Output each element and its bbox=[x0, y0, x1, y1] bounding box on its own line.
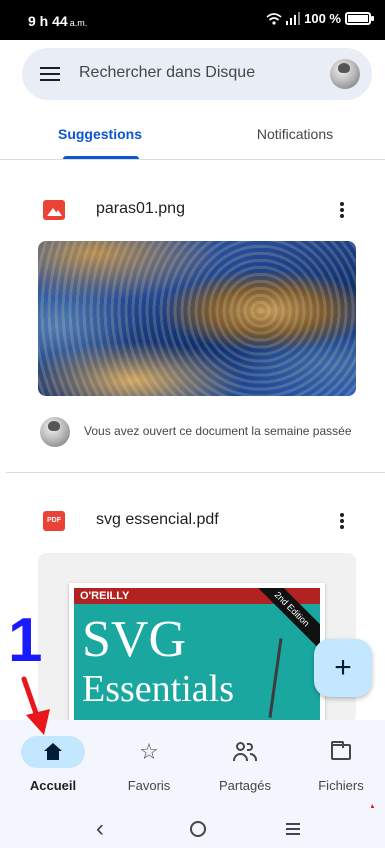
folder-icon bbox=[331, 741, 351, 760]
wifi-signal-icon bbox=[266, 11, 301, 25]
nav-label: Partagés bbox=[218, 778, 272, 793]
more-options-icon[interactable] bbox=[338, 199, 346, 221]
annotation-number: 1 bbox=[8, 606, 43, 675]
system-navigation: ‹ bbox=[0, 808, 385, 848]
annotation-arrow bbox=[21, 676, 50, 735]
plus-icon: + bbox=[334, 651, 352, 684]
nav-label: Favoris bbox=[127, 778, 171, 793]
status-time-suffix: a.m. bbox=[69, 18, 88, 28]
cover-illustration bbox=[268, 638, 283, 718]
search-bar[interactable]: Rechercher dans Disque bbox=[22, 48, 372, 100]
cover-title-line2: Essentials bbox=[82, 668, 234, 710]
tab-notifications[interactable]: Notifications bbox=[230, 108, 360, 159]
pdf-icon: PDF bbox=[43, 511, 65, 531]
image-icon bbox=[43, 200, 65, 220]
nav-pill: ☆ bbox=[117, 736, 181, 768]
nav-item-fichiers[interactable]: Fichiers bbox=[293, 720, 385, 808]
pdf-page: O'REILLY 2nd Edition SVG Essentials bbox=[69, 583, 325, 723]
divider bbox=[6, 472, 385, 473]
account-avatar[interactable] bbox=[330, 59, 360, 89]
shared-icon bbox=[233, 742, 257, 762]
battery-fill bbox=[348, 15, 368, 22]
battery-text: 100 % bbox=[304, 11, 341, 26]
star-icon: ☆ bbox=[139, 739, 159, 764]
file-name[interactable]: paras01.png bbox=[96, 200, 185, 218]
nav-pill bbox=[309, 736, 373, 768]
nav-item-favoris[interactable]: ☆ Favoris bbox=[101, 720, 197, 808]
user-avatar bbox=[40, 417, 70, 447]
nav-pill-active bbox=[21, 736, 85, 768]
status-bar: 9 h 44 a.m. 100 % bbox=[0, 0, 385, 40]
book-cover: O'REILLY 2nd Edition SVG Essentials bbox=[74, 588, 320, 723]
home-circle-icon[interactable] bbox=[183, 814, 213, 844]
activity-text: Vous avez ouvert ce document la semaine … bbox=[84, 424, 352, 438]
battery-icon bbox=[345, 12, 374, 25]
tabs: Suggestions Notifications bbox=[0, 108, 385, 160]
active-tab-indicator bbox=[63, 156, 139, 159]
nav-label: Accueil bbox=[29, 778, 77, 793]
recents-icon[interactable] bbox=[278, 814, 308, 844]
tab-suggestions[interactable]: Suggestions bbox=[40, 108, 160, 159]
file-preview-pdf[interactable]: O'REILLY 2nd Edition SVG Essentials bbox=[38, 553, 356, 723]
nav-item-partages[interactable]: Partagés bbox=[197, 720, 293, 808]
file-preview-image[interactable] bbox=[38, 241, 356, 396]
search-input[interactable]: Rechercher dans Disque bbox=[79, 64, 255, 82]
home-icon bbox=[44, 743, 62, 761]
nav-label: Fichiers bbox=[318, 778, 364, 793]
cover-title-line1: SVG bbox=[82, 611, 187, 668]
more-options-icon[interactable] bbox=[338, 510, 346, 532]
status-time: 9 h 44 a.m. bbox=[28, 13, 87, 29]
hamburger-menu-icon[interactable] bbox=[40, 67, 60, 81]
new-button[interactable]: + bbox=[314, 639, 372, 697]
file-name[interactable]: svg essencial.pdf bbox=[96, 511, 219, 529]
status-right: 100 % bbox=[266, 11, 374, 26]
status-time-value: 9 h 44 bbox=[28, 13, 68, 29]
nav-pill bbox=[213, 736, 277, 768]
back-icon[interactable]: ‹ bbox=[85, 814, 115, 844]
publisher-name: O'REILLY bbox=[80, 590, 130, 602]
activity-row: Vous avez ouvert ce document la semaine … bbox=[40, 417, 370, 447]
